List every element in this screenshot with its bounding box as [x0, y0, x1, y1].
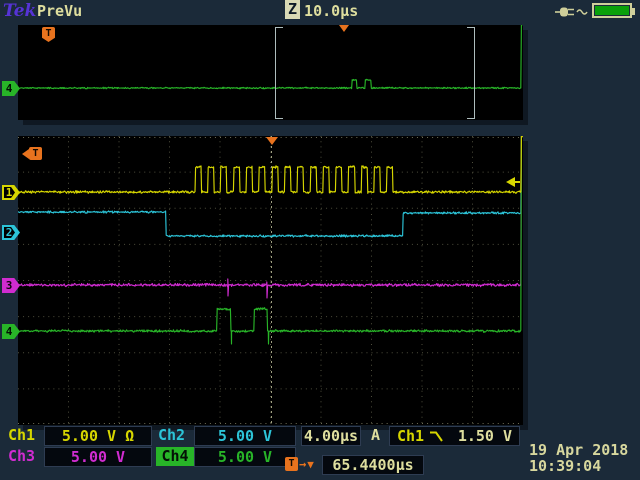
trigger-level-arrow-icon[interactable]	[506, 177, 520, 187]
battery-indicator-icon	[592, 3, 635, 18]
triangle-down-icon: ▼	[307, 457, 314, 471]
trigger-position-marker-icon	[266, 137, 278, 145]
channel3-marker: 3	[2, 278, 20, 293]
zoom-window-bracket-right[interactable]	[467, 27, 475, 119]
zoom-window-bracket-left[interactable]	[275, 27, 283, 119]
channel1-marker: 1	[2, 185, 20, 200]
acquisition-mode-label: PreVu	[37, 2, 83, 20]
ch2-label: Ch2	[158, 426, 186, 444]
zoom-scale-readout: 4.00µs	[301, 426, 361, 446]
trigger-t-icon: T	[285, 457, 298, 471]
trigger-level: 1.50 V	[457, 427, 512, 445]
ch1-label: Ch1	[8, 426, 36, 444]
channel4-marker-overview: 4	[2, 81, 20, 96]
zoom-badge: Z	[285, 0, 300, 19]
trigger-position-indicator: T → ▼	[285, 456, 317, 472]
ch4-label-selected[interactable]: Ch4	[156, 447, 194, 466]
tek-logo: Tek	[3, 1, 37, 21]
arrow-right-icon: →	[299, 457, 307, 471]
trigger-position-marker-icon	[339, 25, 349, 32]
channel4-marker: 4	[2, 324, 20, 339]
trigger-readout: Ch1 1.50 V	[389, 426, 520, 446]
ac-power-plug-icon	[555, 7, 588, 17]
main-waveform-plot	[18, 136, 523, 425]
falling-edge-icon	[430, 431, 443, 442]
overview-waveform-window	[18, 25, 523, 120]
oscilloscope-screen: Tek PreVu H 10.0µs T 4 T 1 2 3 4 Ch1 5.0…	[0, 0, 640, 480]
ch3-label: Ch3	[8, 447, 36, 465]
arrow-left-icon	[22, 148, 29, 159]
battery-level	[595, 6, 629, 15]
trigger-position-readout: 65.4400µs	[322, 455, 424, 475]
ch4-scale-readout: 5.00 V	[194, 447, 296, 467]
ch1-scale-readout: 5.00 V Ω	[44, 426, 152, 446]
trigger-source: Ch1	[397, 427, 425, 445]
trace-ch4	[18, 25, 523, 90]
time-readout: 10:39:04	[529, 457, 602, 475]
main-waveform-window	[18, 136, 523, 425]
ch2-scale-readout: 5.00 V	[194, 426, 296, 446]
trace-ch2	[18, 136, 523, 238]
trigger-a-label: A	[371, 426, 381, 444]
channel2-marker: 2	[2, 225, 20, 240]
trace-ch3	[18, 136, 523, 299]
overview-waveform-plot	[18, 25, 523, 90]
ch3-scale-readout: 5.00 V	[44, 447, 152, 467]
trigger-badge-icon: T	[22, 147, 42, 160]
